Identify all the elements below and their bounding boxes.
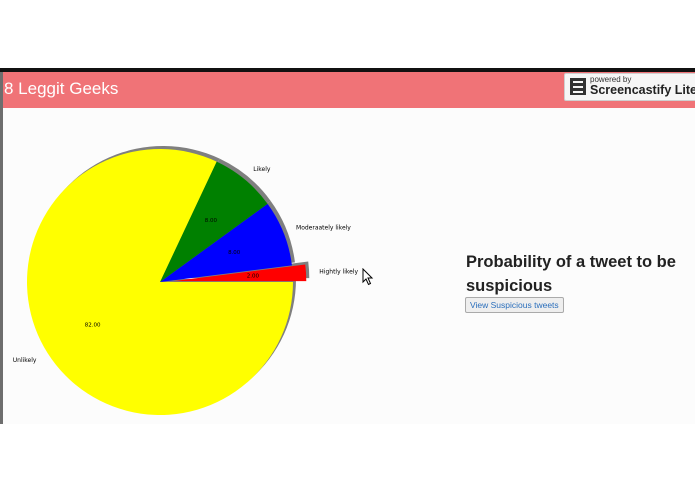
pie-value-likely: 8.00 [205,218,218,224]
pie-value-hightly-likely: 2.00 [247,274,260,280]
mouse-cursor-icon [362,268,374,286]
pie-label-hightly-likely: Hightly likely [319,268,358,275]
pie-label-likely: Likely [253,166,271,173]
pie-value-unlikely: 82.00 [85,322,101,328]
app-title: 8 Leggit Geeks [4,79,119,98]
pie-label-moderaately-likely: Moderaately likely [296,225,351,232]
pie-value-moderaately-likely: 8.00 [228,250,241,256]
view-suspicious-tweets-button[interactable]: View Suspicious tweets [465,297,564,313]
film-icon [570,78,586,95]
pie-chart: Hightly likely 2.00 Moderaately likely 8.00… [13,146,359,415]
watermark-brand: Screencastify Lite [590,83,695,97]
page-heading: Probability of a tweet to be suspicious [466,253,676,295]
screencastify-watermark: powered by Screencastify Lite [564,73,695,101]
pie-label-unlikely: Unlikely [13,357,37,364]
